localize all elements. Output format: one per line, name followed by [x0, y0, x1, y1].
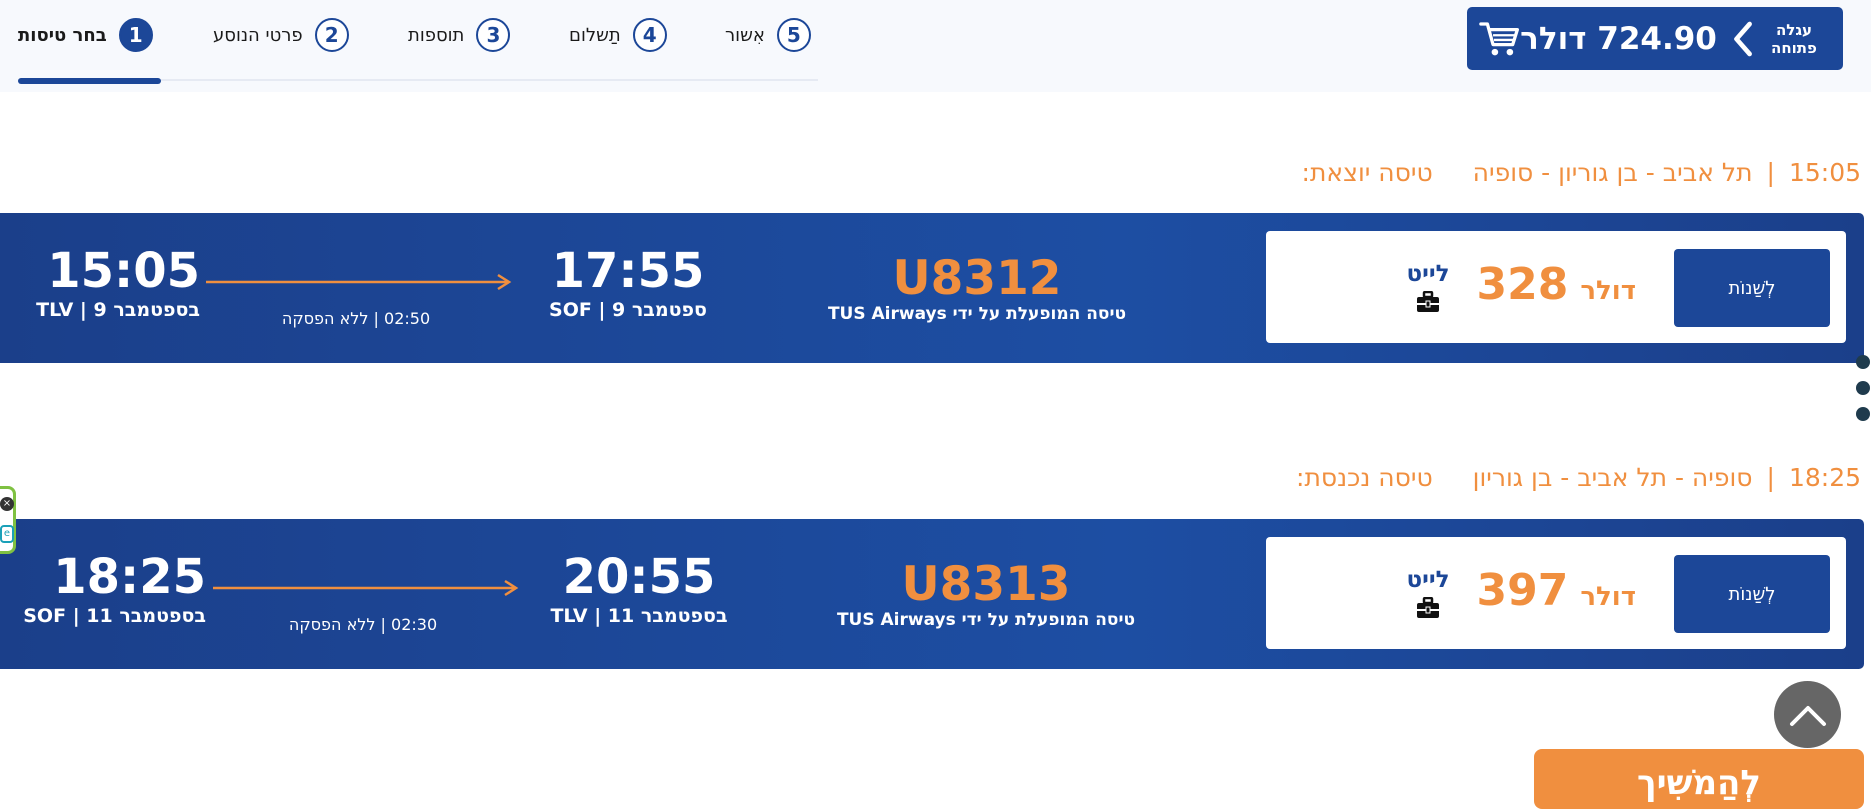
menu-dot — [1856, 381, 1870, 395]
return-flight-card: לְשַׁנוֹת דולר 397 לייט U8313 טיסה המופע… — [0, 519, 1864, 669]
cart-label: עגלה פתוחה — [1765, 21, 1823, 57]
cart-button[interactable]: עגלה פתוחה 724.90 דולר — [1467, 7, 1843, 70]
continue-button[interactable]: לְהַמשִׁיך — [1534, 749, 1864, 809]
step-number: 3 — [476, 18, 511, 52]
step-number: 2 — [314, 18, 349, 52]
arrival-info: 20:55 בספטמבר 11 | TLV — [539, 549, 739, 627]
cart-total: 724.90 דולר — [1520, 20, 1717, 57]
step-confirmation[interactable]: 5 אִשור — [725, 15, 811, 55]
step-label: תַשלום — [569, 24, 621, 46]
fare-name: לייט — [1406, 567, 1450, 593]
heading-separator: | — [1766, 157, 1775, 187]
departure-date-airport: בספטמבר 9 | TLV — [36, 299, 200, 321]
departure-time: 15:05 — [47, 243, 200, 299]
departure-info: 15:05 בספטמבר 9 | TLV — [32, 243, 200, 321]
return-flight-heading: 18:25 | סופיה - תל אביב - בן גוריון טיסה… — [1296, 457, 1861, 497]
header: 1 בחר טיסות 2 פרטי הנוסע 3 תוספות 4 תַשל… — [0, 0, 1871, 92]
arrival-date-airport: בספטמבר 11 | TLV — [550, 605, 728, 627]
step-extras[interactable]: 3 תוספות — [408, 15, 511, 55]
price-currency: דולר — [1580, 276, 1636, 306]
booking-steps: 1 בחר טיסות 2 פרטי הנוסע 3 תוספות 4 תַשל… — [18, 15, 818, 85]
flight-duration: 02:30 | ללא הפסקה — [288, 615, 438, 634]
flight-number: U8312 — [892, 251, 1062, 306]
outbound-flight-card: לְשַׁנוֹת דולר 328 לייט U8312 טיסה המופע… — [0, 213, 1864, 363]
fare-type: לייט — [1398, 567, 1458, 619]
fare-type: לייט — [1398, 261, 1458, 313]
step-select-flights[interactable]: 1 בחר טיסות — [18, 15, 153, 55]
step-label: פרטי הנוסע — [213, 24, 303, 46]
price-amount: 328 — [1476, 259, 1569, 310]
heading-time: 15:05 — [1788, 157, 1861, 187]
price-box: לְשַׁנוֹת דולר 397 לייט — [1266, 537, 1846, 649]
price-box: לְשַׁנוֹת דולר 328 לייט — [1266, 231, 1846, 343]
accessibility-icon[interactable]: e — [0, 525, 14, 543]
step-label: בחר טיסות — [18, 24, 107, 46]
flight-price: דולר 397 — [1477, 565, 1636, 616]
change-flight-button[interactable]: לְשַׁנוֹת — [1674, 249, 1830, 327]
arrival-time: 17:55 — [551, 243, 705, 299]
heading-route: תל אביב - בן גוריון - סופיה — [1472, 157, 1753, 187]
step-number: 5 — [776, 18, 811, 52]
arrival-date-airport: ספטמבר 9 | SOF — [549, 299, 707, 321]
cart-label-line2: פתוחה — [1771, 38, 1817, 57]
step-passenger-details[interactable]: 2 פרטי הנוסע — [213, 15, 349, 55]
flight-number: U8313 — [901, 557, 1071, 612]
chevron-left-icon — [1734, 21, 1752, 56]
change-flight-button[interactable]: לְשַׁנוֹת — [1674, 555, 1830, 633]
close-icon[interactable]: × — [0, 497, 14, 511]
departure-date-airport: בספטמבר 11 | SOF — [23, 605, 206, 627]
step-number: 1 — [118, 18, 153, 52]
menu-dot — [1856, 355, 1870, 369]
outbound-flight-heading: 15:05 | תל אביב - בן גוריון - סופיה טיסה… — [1302, 152, 1861, 192]
step-payment[interactable]: 4 תַשלום — [569, 15, 667, 55]
menu-dot — [1856, 407, 1870, 421]
arrival-info: 17:55 ספטמבר 9 | SOF — [528, 243, 728, 321]
departure-info: 18:25 בספטמבר 11 | SOF — [23, 549, 206, 627]
operated-by: טיסה המופעלת על ידי TUS Airways — [827, 304, 1127, 324]
step-label: תוספות — [408, 24, 465, 46]
heading-flight-type: טיסה נכנסת: — [1296, 462, 1433, 492]
step-number: 4 — [632, 18, 667, 52]
briefcase-icon — [1417, 291, 1439, 312]
more-options-menu[interactable] — [1856, 355, 1871, 433]
heading-flight-type: טיסה יוצאת: — [1301, 157, 1433, 187]
accessibility-widget[interactable]: × e — [0, 486, 16, 554]
cart-label-line1: עגלה — [1775, 20, 1813, 39]
chevron-up-icon — [1789, 705, 1826, 726]
fare-name: לייט — [1406, 261, 1450, 287]
arrival-time: 20:55 — [562, 549, 716, 605]
step-label: אִשור — [725, 24, 765, 46]
scroll-to-top-button[interactable] — [1774, 681, 1841, 748]
active-step-indicator — [18, 78, 161, 84]
arrow-right-icon — [206, 273, 512, 291]
briefcase-icon — [1417, 597, 1439, 618]
heading-route: סופיה - תל אביב - בן גוריון — [1472, 462, 1753, 492]
price-amount: 397 — [1476, 565, 1569, 616]
flight-duration: 02:50 | ללא הפסקה — [281, 309, 431, 328]
operated-by: טיסה המופעלת על ידי TUS Airways — [836, 610, 1136, 630]
heading-time: 18:25 — [1788, 462, 1861, 492]
heading-separator: | — [1766, 462, 1775, 492]
flight-price: דולר 328 — [1477, 259, 1636, 310]
shopping-cart-icon — [1479, 21, 1520, 55]
departure-time: 18:25 — [53, 549, 206, 605]
arrow-right-icon — [213, 579, 519, 597]
price-currency: דולר — [1580, 582, 1636, 612]
